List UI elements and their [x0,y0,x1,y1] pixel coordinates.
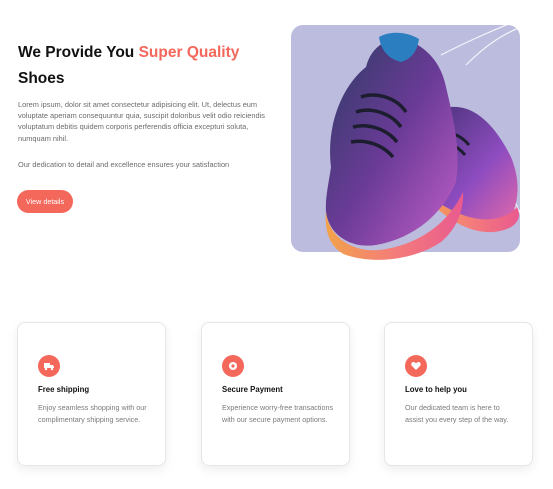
hero-title-part2: Shoes [18,70,65,87]
view-details-button[interactable]: View details [17,190,73,213]
feature-card-payment: Secure Payment Experience worry-free tra… [201,322,350,466]
shipping-icon [38,355,60,377]
hero-title-part1: We Provide You [18,44,139,61]
feature-card-support: Love to help you Our dedicated team is h… [384,322,533,466]
hero-description: Lorem ipsum, dolor sit amet consectetur … [18,100,265,143]
feature-title: Love to help you [405,385,467,394]
hero-note: Our dedication to detail and excellence … [18,160,230,169]
feature-card-shipping: Free shipping Enjoy seamless shopping wi… [17,322,166,466]
feature-text: Enjoy seamless shopping with our complim… [38,403,147,424]
hero-title: We Provide You Super Quality Shoes [18,40,278,92]
hero-title-accent: Super Quality [138,44,240,61]
feature-title: Free shipping [38,385,90,394]
feature-text: Experience worry-free transactions with … [222,403,334,424]
feature-text: Our dedicated team is here to assist you… [405,403,509,424]
support-icon [405,355,427,377]
payment-icon [222,355,244,377]
sneaker-illustration [325,32,519,260]
hero-shoe-image [291,25,520,260]
feature-title: Secure Payment [222,385,283,394]
